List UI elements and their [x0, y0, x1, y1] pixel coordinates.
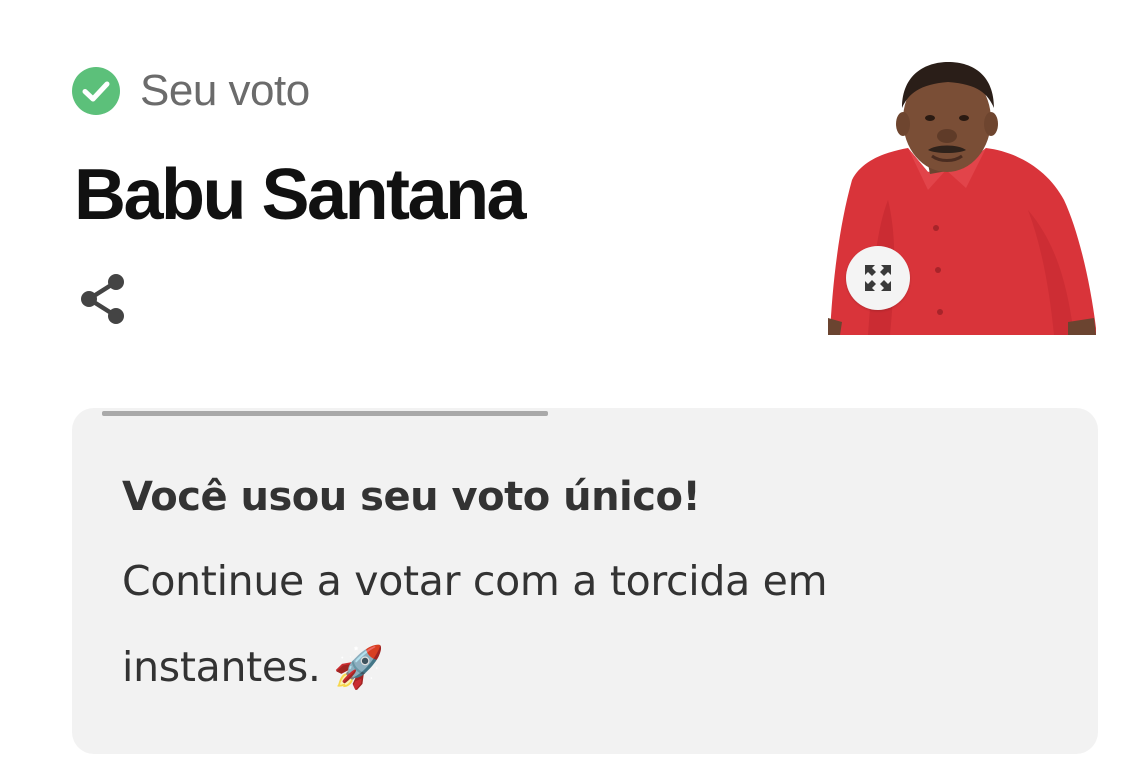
- vote-status: Seu voto: [72, 66, 310, 116]
- check-circle-icon: [72, 67, 120, 115]
- candidate-name: Babu Santana: [74, 155, 527, 235]
- expand-photo-button[interactable]: [846, 246, 910, 310]
- progress-bar: [102, 411, 548, 416]
- expand-icon: [865, 265, 891, 291]
- notice-title: Você usou seu voto único!: [122, 474, 701, 520]
- share-icon[interactable]: [76, 272, 130, 326]
- notice-message: Continue a votar com a torcida em instan…: [122, 557, 828, 691]
- vote-notice-card: Você usou seu voto único! Continue a vot…: [72, 408, 1098, 754]
- vote-status-label: Seu voto: [140, 66, 310, 115]
- vote-confirmation-screen: Seu voto Babu Santana Você usou seu voto…: [0, 0, 1134, 760]
